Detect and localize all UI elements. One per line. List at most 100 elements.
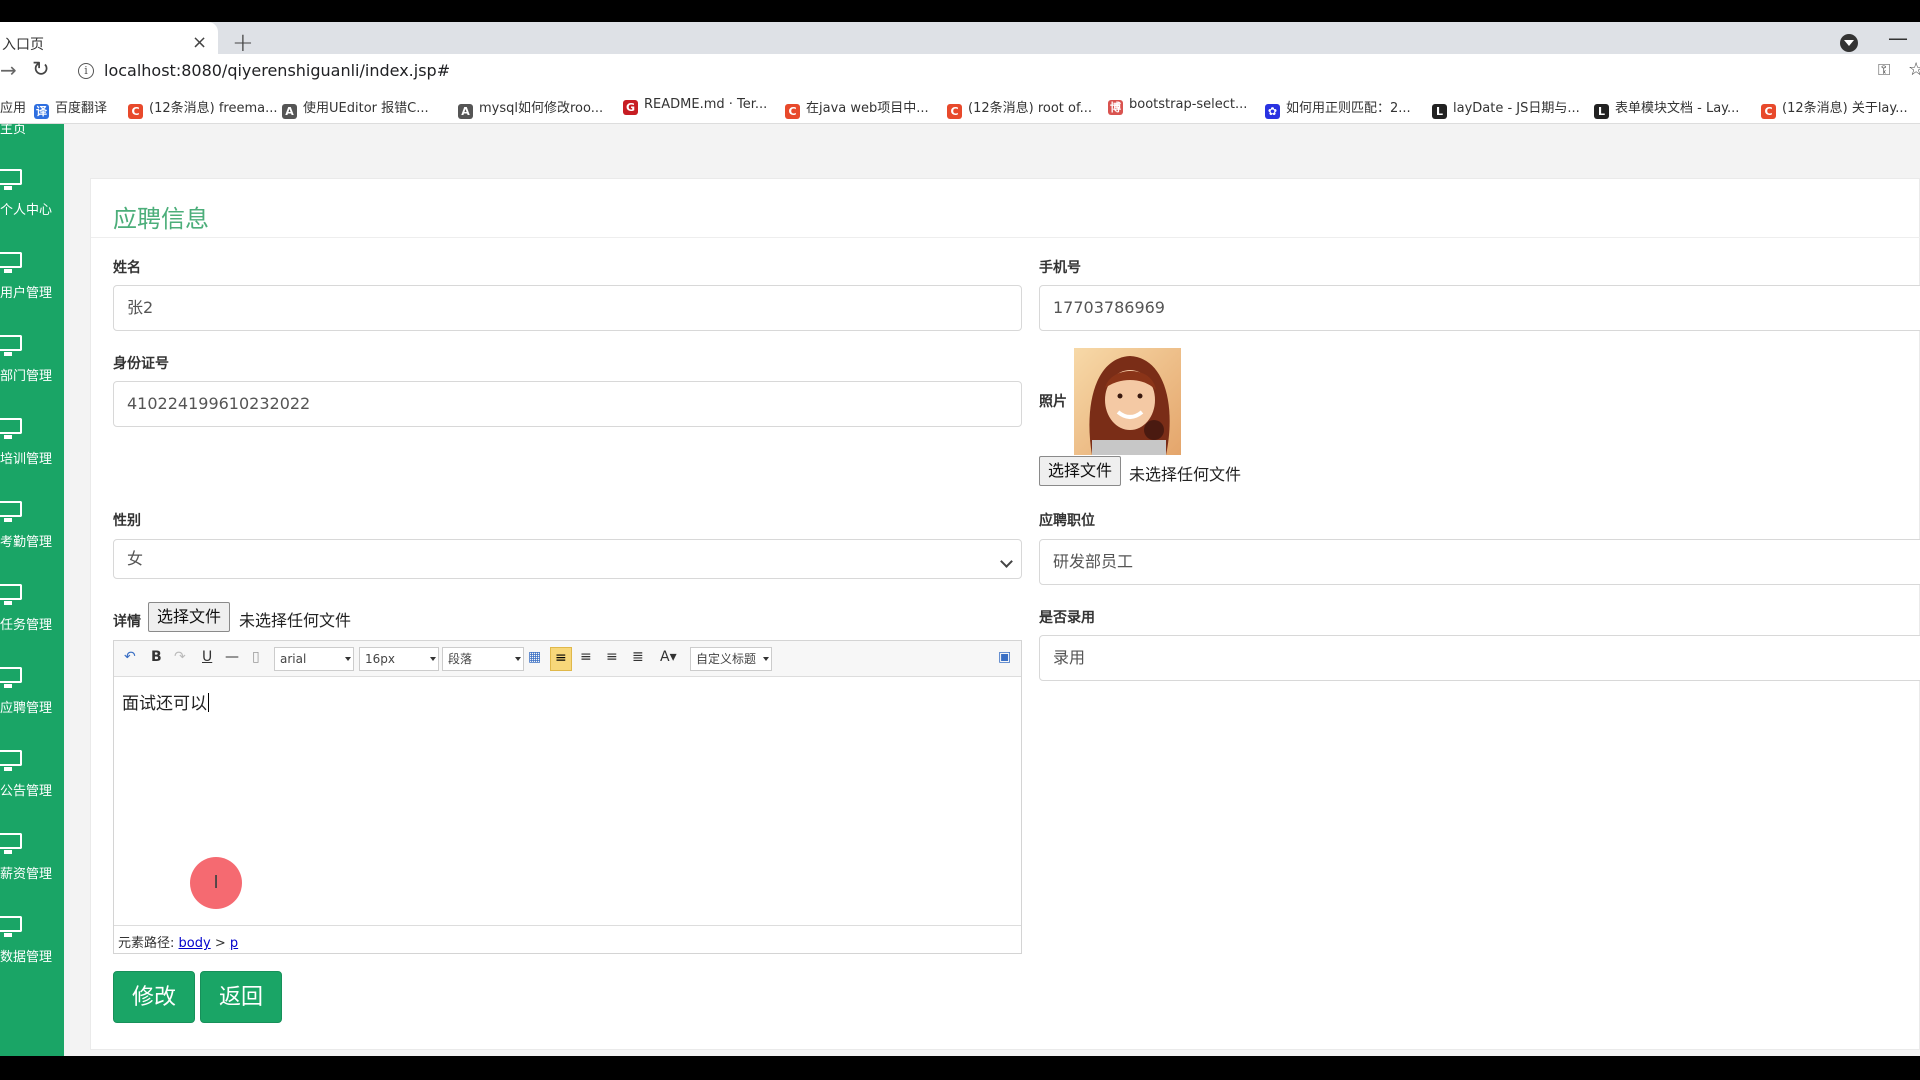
font-family-select[interactable]: arial xyxy=(274,647,354,671)
custom-title-select[interactable]: 自定义标题 xyxy=(690,647,772,671)
hired-input[interactable]: 录用 xyxy=(1039,635,1920,681)
close-tab-icon[interactable]: × xyxy=(192,32,207,53)
bookmark-item[interactable]: C (12条消息) root of... xyxy=(947,97,1092,119)
fullscreen-icon[interactable]: ▣ xyxy=(998,649,1011,665)
sidebar-item-label: 部门管理 xyxy=(0,369,53,384)
gender-select[interactable]: 女 xyxy=(113,539,1022,579)
path-p-link[interactable]: p xyxy=(230,936,238,951)
sidebar-item[interactable]: 部门管理 xyxy=(0,335,64,405)
tab-search-icon[interactable] xyxy=(1840,34,1858,52)
monitor-icon xyxy=(0,584,22,605)
bookmark-item[interactable]: 应用 xyxy=(0,97,26,116)
bookmark-label: 在java web项目中... xyxy=(806,101,929,116)
bookmark-item[interactable]: G README.md · Ter... xyxy=(623,97,767,115)
title-divider xyxy=(91,237,1920,238)
path-separator: > xyxy=(214,936,226,951)
bookmark-label: 使用UEditor 报错C... xyxy=(303,101,429,116)
csdn-icon: C xyxy=(785,104,800,119)
align-right-icon[interactable]: ≡ xyxy=(606,649,618,665)
gender-label: 性别 xyxy=(113,513,141,529)
font-size-value: 16px xyxy=(365,652,395,666)
baidu-icon: ✿ xyxy=(1265,104,1280,119)
screen-bottom-edge xyxy=(0,1056,1920,1080)
sidebar-item[interactable]: 考勤管理 xyxy=(0,501,64,571)
sidebar-item-home-label[interactable]: 主页 xyxy=(0,124,26,137)
sidebar-item[interactable]: 个人中心 xyxy=(0,169,64,239)
bookmark-item[interactable]: 译百度翻译 xyxy=(34,97,107,119)
bookmark-item[interactable]: A 使用UEditor 报错C... xyxy=(282,97,429,119)
sidebar-item[interactable]: 数据管理 xyxy=(0,916,64,986)
bookmark-item[interactable]: C 在java web项目中... xyxy=(785,97,929,119)
monitor-icon xyxy=(0,916,22,937)
table-icon[interactable]: ▦ xyxy=(528,649,541,665)
bookmark-item[interactable]: 博 bootstrap-select... xyxy=(1108,97,1247,115)
bookmark-item[interactable]: Amysql如何修改roo... xyxy=(458,97,603,119)
position-input[interactable]: 研发部员工 xyxy=(1039,539,1920,585)
monitor-icon xyxy=(0,418,22,439)
name-input[interactable]: 张2 xyxy=(113,285,1022,331)
sidebar-item-label: 考勤管理 xyxy=(0,535,53,550)
phone-input[interactable]: 17703786969 xyxy=(1039,285,1920,331)
sidebar-item[interactable]: 用户管理 xyxy=(0,252,64,322)
bookmark-star-icon[interactable]: ☆ xyxy=(1908,59,1920,80)
element-path-label: 元素路径: xyxy=(118,936,175,951)
applicant-photo xyxy=(1074,348,1181,455)
translate-icon: 译 xyxy=(34,104,49,119)
page-icon[interactable]: ▯ xyxy=(252,649,260,665)
custom-title-value: 自定义标题 xyxy=(696,652,757,666)
bookmark-item[interactable]: LlayDate - JS日期与... xyxy=(1432,97,1580,119)
idcard-input[interactable]: 410224199610232022 xyxy=(113,381,1022,427)
bookmark-item[interactable]: L 表单模块文档 - Lay... xyxy=(1594,97,1739,119)
reload-icon[interactable]: ↻ xyxy=(32,57,50,81)
sidebar-item[interactable]: 应聘管理 xyxy=(0,667,64,737)
mouse-cursor-indicator: I xyxy=(190,857,242,909)
editor-content[interactable]: 面试还可以 xyxy=(122,689,209,714)
photo-file-status: 未选择任何文件 xyxy=(1129,465,1242,484)
gender-select-value: 女 xyxy=(127,549,144,568)
key-icon[interactable]: ⚿ xyxy=(1878,60,1890,80)
site-info-icon[interactable]: i xyxy=(78,63,94,79)
detail-file-button[interactable]: 选择文件 xyxy=(148,602,231,632)
sidebar-item[interactable]: 任务管理 xyxy=(0,584,64,654)
bookmarks-bar: 应用译百度翻译 C (12条消息) freema... A 使用UEditor 报错C.… xyxy=(0,88,1920,124)
horizontal-rule-icon[interactable]: — xyxy=(225,649,239,665)
align-left-icon[interactable]: ≡ xyxy=(550,647,572,671)
sidebar-item-label: 数据管理 xyxy=(0,950,53,965)
paragraph-select[interactable]: 段落 xyxy=(442,647,524,671)
sidebar-item[interactable]: 薪资管理 xyxy=(0,833,64,903)
sidebar-item[interactable]: 培训管理 xyxy=(0,418,64,488)
bookmark-item[interactable]: ✿ 如何用正则匹配：2... xyxy=(1265,97,1411,119)
url-field[interactable]: localhost:8080/qiyerenshiguanli/index.js… xyxy=(104,61,450,80)
rich-text-editor: ↶ B ↷ U — ▯ arial 16px 段落 ▦ ≡ ≡ ≡ ≣ A▾ 自… xyxy=(113,640,1022,954)
bookmark-item[interactable]: C (12条消息) 关于lay... xyxy=(1761,97,1908,119)
gitee-icon: G xyxy=(623,100,638,115)
justify-icon[interactable]: ≣ xyxy=(632,649,644,665)
editor-status-bar: 元素路径: body > p xyxy=(114,925,1021,953)
phone-label: 手机号 xyxy=(1039,260,1081,276)
back-button[interactable]: 返回 xyxy=(200,971,282,1023)
sidebar: 主页 个人中心用户管理部门管理培训管理考勤管理任务管理应聘管理公告管理薪资管理数… xyxy=(0,124,64,1056)
font-color-icon[interactable]: A▾ xyxy=(660,649,677,665)
forward-icon[interactable]: → xyxy=(0,58,17,82)
path-body-link[interactable]: body xyxy=(179,936,211,951)
bookmark-label: (12条消息) freema... xyxy=(149,101,278,116)
redo-icon[interactable]: ↷ xyxy=(174,649,186,665)
monitor-icon xyxy=(0,169,22,190)
name-label: 姓名 xyxy=(113,260,141,276)
align-center-icon[interactable]: ≡ xyxy=(580,649,592,665)
sidebar-item-label: 个人中心 xyxy=(0,203,53,218)
detail-file-status: 未选择任何文件 xyxy=(239,611,352,630)
bookmark-item[interactable]: C (12条消息) freema... xyxy=(128,97,277,119)
sidebar-item[interactable]: 公告管理 xyxy=(0,750,64,820)
bold-icon[interactable]: B xyxy=(151,649,162,665)
bookmark-label: 如何用正则匹配：2... xyxy=(1286,101,1411,116)
font-size-select[interactable]: 16px xyxy=(359,647,439,671)
bookmark-label: bootstrap-select... xyxy=(1129,97,1248,112)
minimize-icon[interactable]: — xyxy=(1888,26,1908,50)
submit-button[interactable]: 修改 xyxy=(113,971,195,1023)
editor-toolbar: ↶ B ↷ U — ▯ arial 16px 段落 ▦ ≡ ≡ ≡ ≣ A▾ 自… xyxy=(114,641,1021,677)
photo-file-button[interactable]: 选择文件 xyxy=(1039,456,1122,486)
underline-icon[interactable]: U xyxy=(202,649,212,665)
sidebar-item-label: 用户管理 xyxy=(0,286,53,301)
undo-icon[interactable]: ↶ xyxy=(124,649,136,665)
